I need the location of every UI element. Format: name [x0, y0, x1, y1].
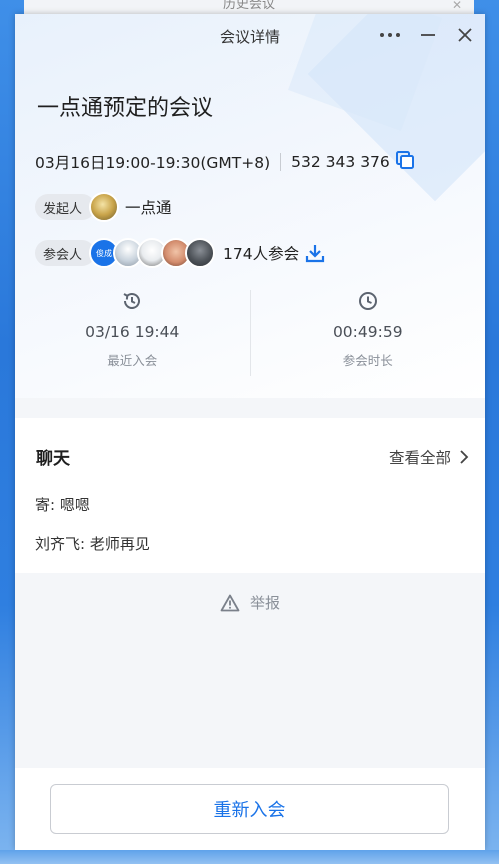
- report-label: 举报: [249, 594, 280, 612]
- chat-message: 刘齐飞: 老师再见: [35, 535, 150, 553]
- close-button[interactable]: [452, 23, 478, 47]
- duration-stat: 00:49:59 参会时长: [249, 290, 486, 376]
- last-join-label: 最近入会: [107, 353, 158, 368]
- export-participants-button[interactable]: [305, 243, 325, 263]
- background-window-title: 历史会议: [222, 0, 275, 12]
- chat-title: 聊天: [36, 444, 72, 474]
- initiator-name: 一点通: [125, 199, 172, 217]
- meeting-title: 一点通预定的会议: [37, 96, 214, 121]
- meeting-detail-window: 会议详情 一点通预定的会议 03月16日19:00-19:30(GMT+8) 5…: [15, 14, 485, 850]
- participants-tag: 参会人: [35, 240, 96, 266]
- more-icon: [380, 33, 400, 37]
- last-join-stat: 03/16 19:44 最近入会: [15, 290, 250, 376]
- history-icon: [123, 293, 141, 309]
- duration-value: 00:49:59: [332, 323, 403, 341]
- title-bar: 会议详情: [15, 14, 485, 56]
- meeting-header-panel: 会议详情 一点通预定的会议 03月16日19:00-19:30(GMT+8) 5…: [15, 14, 485, 398]
- more-options-button[interactable]: [377, 23, 403, 47]
- chat-title-text: 聊天: [36, 449, 70, 469]
- minimize-button[interactable]: [415, 23, 441, 47]
- attendance-stats: 03/16 19:44 最近入会 00:49:59 参会时长: [15, 290, 485, 376]
- participants-row: 参会人 俊成 174人参会: [35, 238, 325, 268]
- view-all-label: 查看全部: [388, 449, 451, 467]
- initiator-row: 发起人 一点通: [35, 192, 172, 222]
- minimize-icon: [421, 34, 435, 36]
- avatar: [185, 238, 216, 268]
- meeting-id: 532 343 376: [291, 153, 390, 171]
- copy-icon: [395, 151, 414, 169]
- initiator-avatar: [89, 192, 120, 222]
- footer-bar: 重新入会: [15, 768, 485, 850]
- initiator-tag: 发起人: [35, 194, 96, 220]
- download-icon: [306, 245, 325, 263]
- close-icon: [458, 28, 472, 42]
- clock-icon: [358, 292, 377, 310]
- chat-message: 寄: 嗯嗯: [35, 496, 90, 514]
- warning-icon: [220, 594, 240, 611]
- background-window-close-icon[interactable]: ✕: [452, 0, 462, 11]
- desktop-background: [0, 850, 499, 864]
- rejoin-meeting-button[interactable]: 重新入会: [50, 784, 449, 834]
- meeting-info-row: 03月16日19:00-19:30(GMT+8) 532 343 376: [35, 151, 414, 173]
- view-all-chat-button[interactable]: 查看全部: [389, 446, 469, 468]
- report-button[interactable]: 举报: [15, 592, 485, 613]
- meeting-time: 03月16日19:00-19:30(GMT+8): [35, 154, 271, 172]
- last-join-time: 03/16 19:44: [85, 323, 180, 341]
- participant-count[interactable]: 174人参会: [223, 242, 299, 264]
- divider: [280, 153, 282, 171]
- duration-label: 参会时长: [342, 353, 393, 368]
- copy-id-button[interactable]: [395, 151, 414, 173]
- chat-section: 聊天 查看全部 寄: 嗯嗯 刘齐飞: 老师再见: [15, 418, 485, 573]
- chevron-right-icon: [460, 450, 469, 464]
- participant-avatars[interactable]: 俊成: [89, 238, 216, 268]
